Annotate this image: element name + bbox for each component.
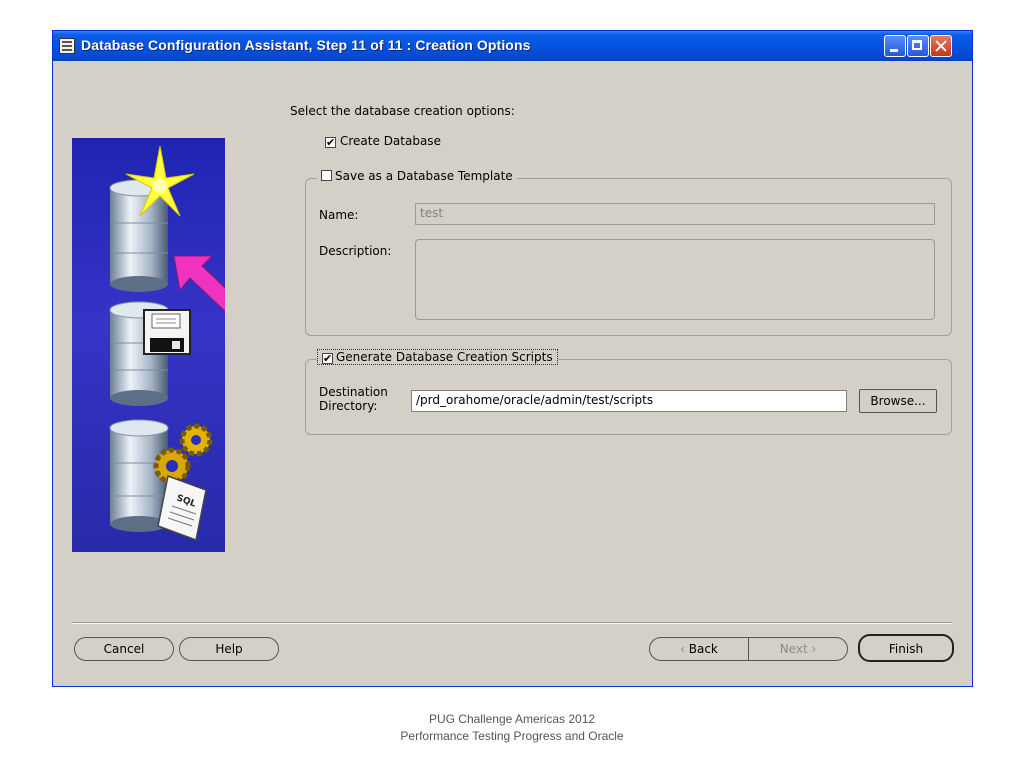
template-name-input[interactable]: test — [415, 203, 935, 225]
back-button[interactable]: ‹ Back — [649, 637, 749, 661]
create-database-checkbox[interactable]: ✔ — [325, 137, 336, 148]
next-button-label: Next — [779, 642, 808, 656]
maximize-button[interactable] — [907, 35, 929, 57]
scripts-legend: ✔ Generate Database Creation Scripts — [317, 349, 558, 365]
app-icon — [59, 38, 75, 54]
finish-button[interactable]: Finish — [858, 634, 954, 662]
minimize-button[interactable] — [884, 35, 906, 57]
next-button[interactable]: Next › — [748, 637, 848, 661]
database-art-icon: SQL — [109, 145, 241, 542]
destination-directory-input[interactable]: /prd_orahome/oracle/admin/test/scripts — [411, 390, 847, 412]
generate-scripts-checkbox[interactable]: ✔ — [322, 353, 333, 364]
arrow-icon — [173, 255, 241, 315]
next-arrow-icon: › — [811, 642, 817, 656]
destination-label-line1: Destination — [319, 385, 388, 399]
destination-label-line2: Directory: — [319, 399, 378, 413]
generate-scripts-label[interactable]: Generate Database Creation Scripts — [336, 350, 553, 364]
save-template-checkbox[interactable] — [321, 170, 332, 181]
database-cylinder-icon — [109, 419, 169, 532]
dca-window: Database Configuration Assistant, Step 1… — [52, 30, 973, 687]
window-title: Database Configuration Assistant, Step 1… — [81, 37, 531, 53]
floppy-disk-icon — [143, 309, 191, 355]
footer-separator — [72, 622, 952, 624]
browse-button[interactable]: Browse... — [859, 389, 937, 413]
template-legend: Save as a Database Template — [317, 169, 517, 183]
template-description-input[interactable] — [415, 239, 935, 320]
options-heading: Select the database creation options: — [290, 104, 515, 118]
name-label: Name: — [319, 208, 359, 222]
slide-caption-line1: PUG Challenge Americas 2012 — [428, 712, 596, 726]
destination-label: Destination Directory: — [319, 385, 388, 413]
close-button[interactable] — [930, 35, 952, 57]
cancel-button[interactable]: Cancel — [74, 637, 174, 661]
description-label: Description: — [319, 244, 392, 258]
help-button[interactable]: Help — [179, 637, 279, 661]
title-bar[interactable]: Database Configuration Assistant, Step 1… — [53, 31, 972, 61]
back-button-label: Back — [688, 642, 718, 656]
create-database-label[interactable]: Create Database — [340, 134, 441, 148]
save-template-label[interactable]: Save as a Database Template — [335, 169, 513, 183]
wizard-illustration: SQL — [72, 138, 241, 552]
slide-caption-line2: Performance Testing Progress and Oracle — [400, 729, 624, 743]
back-arrow-icon: ‹ — [680, 642, 685, 656]
